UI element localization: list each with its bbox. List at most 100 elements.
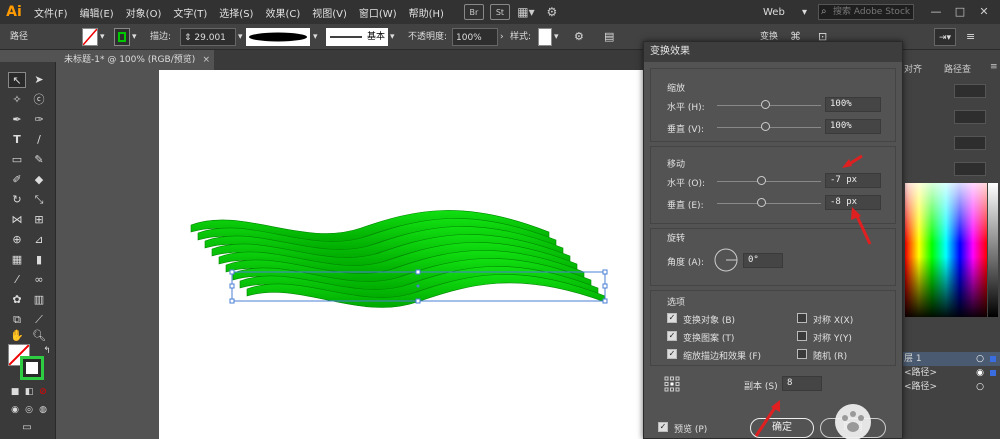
chevron-down-icon[interactable]: ▾ bbox=[238, 28, 243, 46]
scale-h-input[interactable]: 100% bbox=[825, 97, 881, 112]
stroke-swatch[interactable] bbox=[114, 28, 130, 46]
paintbrush-tool-icon[interactable]: ✎ bbox=[30, 152, 48, 168]
panel-tab-pathfinder[interactable]: 路径查 bbox=[944, 62, 971, 75]
pen-tool-icon[interactable]: ✒ bbox=[8, 112, 26, 128]
draw-inside-icon[interactable]: ◍ bbox=[34, 402, 52, 418]
scale-v-input[interactable]: 100% bbox=[825, 119, 881, 134]
rotate-tool-icon[interactable]: ↻ bbox=[8, 192, 26, 208]
scale-tool-icon[interactable]: ⤡ bbox=[30, 192, 48, 208]
mesh-tool-icon[interactable]: ▦ bbox=[8, 252, 26, 268]
transform-objects-checkbox[interactable]: ✓ bbox=[667, 313, 677, 323]
target-icon[interactable]: ○ bbox=[976, 380, 984, 394]
move-h-slider[interactable] bbox=[717, 181, 821, 182]
move-v-knob[interactable] bbox=[757, 198, 766, 207]
panel-field[interactable] bbox=[954, 84, 986, 98]
opacity-field[interactable]: 100% bbox=[452, 28, 498, 46]
slice-tool-icon[interactable]: ⟋ bbox=[30, 312, 48, 328]
scale-strokes-checkbox[interactable]: ✓ bbox=[667, 349, 677, 359]
artboard[interactable] bbox=[159, 70, 644, 439]
panel-tab-align[interactable]: 对齐 bbox=[904, 62, 922, 75]
artboard-tool-icon[interactable]: ⧉ bbox=[8, 312, 26, 328]
maximize-icon[interactable]: □ bbox=[950, 4, 970, 20]
ok-button[interactable]: 确定 bbox=[750, 418, 814, 438]
chevron-down-icon[interactable]: ▾ bbox=[554, 28, 559, 46]
chevron-down-icon[interactable]: ▾ bbox=[100, 28, 105, 46]
panel-field[interactable] bbox=[954, 136, 986, 150]
magic-wand-tool-icon[interactable]: ✧ bbox=[8, 92, 26, 108]
chevron-down-icon[interactable]: ▾ bbox=[132, 28, 137, 46]
stroke-color-icon[interactable] bbox=[20, 356, 44, 380]
chevron-down-icon[interactable]: ▾ bbox=[390, 28, 395, 46]
angle-dial-icon[interactable] bbox=[713, 247, 739, 273]
gpu-icon[interactable]: ⚙ bbox=[542, 4, 562, 20]
close-icon[interactable]: × bbox=[202, 50, 210, 70]
document-tab[interactable]: 未标题-1* @ 100% (RGB/预览) × bbox=[58, 50, 214, 70]
panel-field[interactable] bbox=[954, 162, 986, 176]
layer-row[interactable]: 层 1 ○ bbox=[900, 352, 1000, 366]
line-tool-icon[interactable]: / bbox=[30, 132, 48, 148]
free-transform-tool-icon[interactable]: ⊞ bbox=[30, 212, 48, 228]
close-window-icon[interactable]: ✕ bbox=[974, 4, 994, 20]
target-icon[interactable]: ◉ bbox=[976, 366, 984, 380]
reflect-y-checkbox[interactable] bbox=[797, 331, 807, 341]
transform-patterns-checkbox[interactable]: ✓ bbox=[667, 331, 677, 341]
symbol-sprayer-tool-icon[interactable]: ✿ bbox=[8, 292, 26, 308]
hand-tool-icon[interactable]: ✋ bbox=[8, 328, 26, 344]
opacity-label[interactable]: 不透明度: bbox=[408, 28, 447, 46]
panel-list-icon[interactable]: ≡ bbox=[966, 28, 975, 46]
menu-select[interactable]: 选择(S) bbox=[213, 5, 259, 20]
panel-field[interactable] bbox=[954, 110, 986, 124]
swap-colors-icon[interactable]: ↰ bbox=[38, 343, 56, 359]
menu-effect[interactable]: 效果(C) bbox=[259, 5, 306, 20]
scale-h-knob[interactable] bbox=[761, 100, 770, 109]
menu-object[interactable]: 对象(O) bbox=[120, 5, 168, 20]
reflect-x-checkbox[interactable] bbox=[797, 313, 807, 323]
direct-selection-tool-icon[interactable]: ➤ bbox=[30, 72, 48, 88]
rectangle-tool-icon[interactable]: ▭ bbox=[8, 152, 26, 168]
preview-checkbox[interactable]: ✓ bbox=[658, 422, 668, 432]
menu-edit[interactable]: 编辑(E) bbox=[74, 5, 120, 20]
sublayer-row[interactable]: <路径> ○ bbox=[900, 380, 1000, 394]
panel-menu-icon[interactable]: ⇥▾ bbox=[934, 28, 956, 46]
width-tool-icon[interactable]: ⋈ bbox=[8, 212, 26, 228]
gradient-tool-icon[interactable]: ▮ bbox=[30, 252, 48, 268]
random-checkbox[interactable] bbox=[797, 349, 807, 359]
arrange-icon[interactable]: ▦▾ bbox=[516, 4, 536, 20]
chevron-right-icon[interactable]: › bbox=[500, 28, 504, 46]
reference-point-icon[interactable] bbox=[664, 376, 680, 392]
variable-width-profile[interactable] bbox=[246, 28, 310, 46]
menu-type[interactable]: 文字(T) bbox=[167, 5, 213, 20]
minimize-icon[interactable]: — bbox=[926, 4, 946, 20]
chevron-down-icon[interactable]: ▾ bbox=[313, 28, 318, 46]
color-value-strip[interactable] bbox=[988, 183, 998, 317]
move-h-input[interactable]: -7 px bbox=[825, 173, 881, 188]
sublayer-row[interactable]: <路径> ◉ bbox=[900, 366, 1000, 380]
menu-help[interactable]: 帮助(H) bbox=[403, 5, 450, 20]
document-setup-icon[interactable]: ⚙ bbox=[574, 28, 584, 46]
workspace-select[interactable]: Web ▾ bbox=[760, 4, 810, 20]
shape-builder-tool-icon[interactable]: ⊕ bbox=[8, 232, 26, 248]
selection-tool-icon[interactable]: ↖ bbox=[8, 72, 26, 88]
color-spectrum[interactable] bbox=[905, 183, 987, 317]
angle-input[interactable]: 0° bbox=[743, 253, 783, 268]
panel-menu-icon[interactable]: ≡ bbox=[990, 62, 998, 72]
stock-search-input[interactable]: ⌕ 搜索 Adobe Stock bbox=[818, 4, 914, 20]
fill-swatch[interactable] bbox=[82, 28, 98, 46]
perspective-grid-tool-icon[interactable]: ⊿ bbox=[30, 232, 48, 248]
eyedropper-tool-icon[interactable]: ⁄ bbox=[8, 272, 26, 288]
move-h-knob[interactable] bbox=[757, 176, 766, 185]
eraser-tool-icon[interactable]: ◆ bbox=[30, 172, 48, 188]
target-icon[interactable]: ○ bbox=[976, 352, 984, 366]
menu-file[interactable]: 文件(F) bbox=[28, 5, 74, 20]
menu-window[interactable]: 窗口(W) bbox=[353, 5, 403, 20]
move-v-input[interactable]: -8 px bbox=[825, 195, 881, 210]
screen-mode-icon[interactable]: ▭ bbox=[18, 420, 36, 436]
stock-button[interactable]: St bbox=[489, 4, 510, 20]
zoom-tool-icon[interactable]: 🔍︎ bbox=[30, 328, 48, 344]
arrange-documents-icon[interactable]: ▤ bbox=[604, 28, 614, 46]
copies-input[interactable]: 8 bbox=[782, 376, 822, 391]
curvature-tool-icon[interactable]: ✑ bbox=[30, 112, 48, 128]
type-tool-icon[interactable]: T bbox=[8, 132, 26, 148]
bridge-button[interactable]: Br bbox=[463, 4, 484, 20]
style-swatch[interactable] bbox=[538, 28, 552, 46]
